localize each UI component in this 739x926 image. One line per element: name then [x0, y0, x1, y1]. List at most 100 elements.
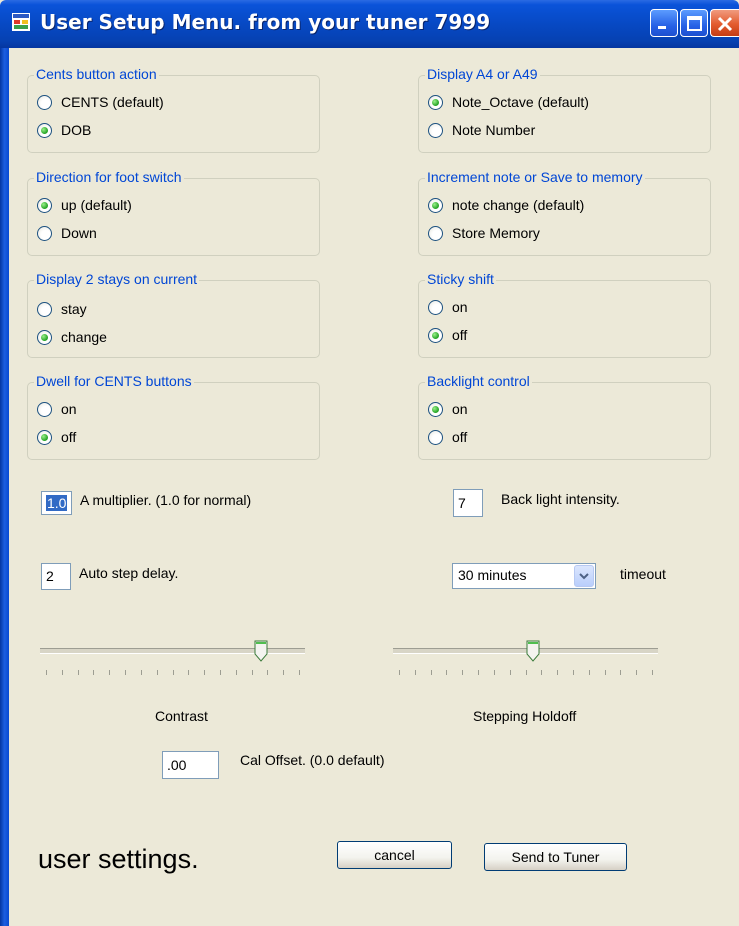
chevron-down-icon[interactable] [574, 565, 594, 587]
window-frame [0, 48, 9, 926]
radio-label: off [452, 429, 468, 445]
group-direction-foot-switch: Direction for foot switch up (default) D… [27, 169, 320, 256]
stepping-holdoff-slider-ticks [393, 670, 658, 678]
slider-tick [252, 670, 253, 675]
slider-tick [173, 670, 174, 675]
auto-step-delay-label: Auto step delay. [79, 565, 179, 581]
slider-tick [526, 670, 527, 675]
slider-tick [93, 670, 94, 675]
group-cents-button-action: Cents button action CENTS (default) DOB [27, 66, 320, 153]
radio-circle-checked[interactable] [428, 197, 443, 213]
group-legend: Display 2 stays on current [34, 271, 200, 287]
window-title: User Setup Menu. from your tuner 7999 [40, 10, 491, 34]
timeout-selected-value: 30 minutes [458, 567, 527, 583]
radio-sticky-off[interactable]: off [428, 325, 467, 345]
cal-offset-input[interactable]: .00 [162, 751, 219, 779]
radio-circle[interactable] [37, 301, 52, 317]
radio-label: stay [61, 301, 87, 317]
slider-tick [78, 670, 79, 675]
user-settings-heading: user settings. [38, 844, 199, 874]
slider-tick [494, 670, 495, 675]
close-icon[interactable] [710, 9, 739, 37]
radio-label: Note Number [452, 122, 536, 138]
radio-circle-checked[interactable] [37, 329, 52, 345]
radio-down[interactable]: Down [37, 223, 97, 243]
radio-circle-checked[interactable] [37, 122, 52, 138]
group-legend: Cents button action [34, 66, 159, 82]
contrast-slider-thumb[interactable] [254, 640, 268, 662]
group-display-a4: Display A4 or A49 Note_Octave (default) … [418, 66, 711, 153]
radio-store-memory[interactable]: Store Memory [428, 223, 540, 243]
radio-up-default[interactable]: up (default) [37, 195, 132, 215]
radio-dob[interactable]: DOB [37, 120, 91, 140]
slider-tick [46, 670, 47, 675]
slider-tick [431, 670, 432, 675]
minimize-icon[interactable] [650, 9, 678, 37]
slider-tick [446, 670, 447, 675]
radio-note-change[interactable]: note change (default) [428, 195, 584, 215]
radio-circle[interactable] [428, 225, 443, 241]
slider-tick [141, 670, 142, 675]
slider-tick [299, 670, 300, 675]
slider-tick [557, 670, 558, 675]
contrast-label: Contrast [155, 708, 208, 724]
group-legend: Backlight control [425, 373, 532, 389]
radio-circle-checked[interactable] [37, 197, 52, 213]
slider-tick [573, 670, 574, 675]
slider-tick [415, 670, 416, 675]
radio-circle[interactable] [37, 225, 52, 241]
a-multiplier-input[interactable]: 1.0 [41, 491, 72, 515]
radio-circle-checked[interactable] [428, 94, 443, 110]
radio-label: on [452, 299, 468, 315]
app-icon [12, 13, 30, 31]
radio-backlight-on[interactable]: on [428, 399, 468, 419]
radio-circle[interactable] [428, 122, 443, 138]
radio-circle[interactable] [37, 401, 52, 417]
radio-backlight-off[interactable]: off [428, 427, 467, 447]
group-display-2: Display 2 stays on current stay change [27, 271, 320, 358]
slider-tick [399, 670, 400, 675]
auto-step-delay-input[interactable]: 2 [41, 563, 71, 590]
stepping-holdoff-slider-thumb[interactable] [526, 640, 540, 662]
backlight-intensity-input[interactable]: 7 [453, 489, 483, 517]
radio-sticky-on[interactable]: on [428, 297, 468, 317]
group-legend: Sticky shift [425, 271, 496, 287]
slider-tick [62, 670, 63, 675]
timeout-label: timeout [620, 566, 666, 582]
radio-cents-default[interactable]: CENTS (default) [37, 92, 164, 112]
radio-change[interactable]: change [37, 327, 107, 347]
contrast-slider-ticks [40, 670, 305, 678]
radio-label: note change (default) [452, 197, 585, 213]
radio-circle-checked[interactable] [428, 327, 443, 343]
send-to-tuner-button[interactable]: Send to Tuner [484, 843, 627, 871]
radio-label: Note_Octave (default) [452, 94, 589, 110]
title-bar[interactable]: User Setup Menu. from your tuner 7999 [0, 0, 739, 48]
cancel-button[interactable]: cancel [337, 841, 452, 869]
slider-tick [589, 670, 590, 675]
maximize-icon[interactable] [680, 9, 708, 37]
slider-tick [478, 670, 479, 675]
radio-note-octave[interactable]: Note_Octave (default) [428, 92, 589, 112]
slider-tick [204, 670, 205, 675]
radio-dwell-on[interactable]: on [37, 399, 77, 419]
stepping-holdoff-label: Stepping Holdoff [473, 708, 577, 724]
radio-note-number[interactable]: Note Number [428, 120, 535, 140]
radio-label: CENTS (default) [61, 94, 164, 110]
radio-stay[interactable]: stay [37, 299, 87, 319]
slider-tick [267, 670, 268, 675]
radio-label: up (default) [61, 197, 132, 213]
radio-circle[interactable] [37, 94, 52, 110]
group-increment-note: Increment note or Save to memory note ch… [418, 169, 711, 256]
slider-tick [636, 670, 637, 675]
radio-circle[interactable] [428, 429, 443, 445]
slider-tick [220, 670, 221, 675]
radio-circle[interactable] [428, 299, 443, 315]
timeout-select[interactable]: 30 minutes [452, 563, 596, 589]
radio-label: Down [61, 225, 97, 241]
radio-dwell-off[interactable]: off [37, 427, 76, 447]
slider-tick [652, 670, 653, 675]
group-legend: Direction for foot switch [34, 169, 184, 185]
radio-circle-checked[interactable] [428, 401, 443, 417]
slider-tick [510, 670, 511, 675]
radio-circle-checked[interactable] [37, 429, 52, 445]
